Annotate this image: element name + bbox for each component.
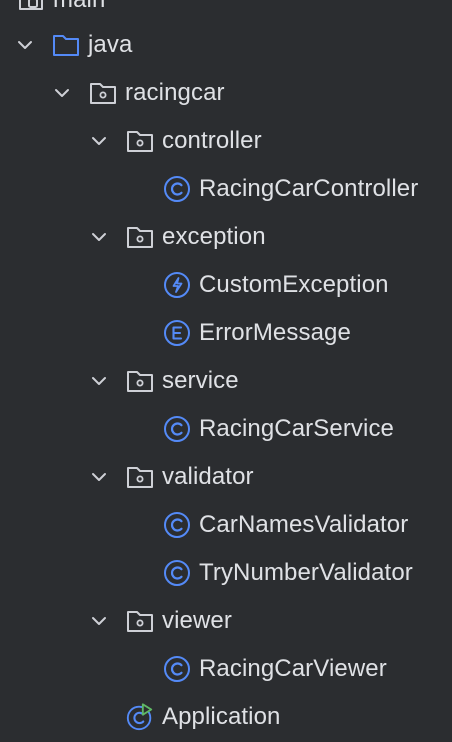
java-class-icon — [162, 558, 192, 588]
tree-node-label: viewer — [162, 607, 232, 634]
package-icon — [125, 366, 155, 396]
package-icon — [125, 462, 155, 492]
package-icon — [125, 606, 155, 636]
java-class-icon — [162, 654, 192, 684]
tree-node-label: CustomException — [199, 271, 389, 298]
tree-node-service[interactable]: service — [0, 357, 452, 405]
tree-node-racingcar[interactable]: racingcar — [0, 69, 452, 117]
package-icon — [88, 78, 118, 108]
tree-node-label: racingcar — [125, 79, 225, 106]
tree-node-exception[interactable]: exception — [0, 213, 452, 261]
tree-node-viewer[interactable]: viewer — [0, 597, 452, 645]
chevron-down-icon[interactable] — [15, 35, 35, 55]
tree-node-label: RacingCarService — [199, 415, 395, 442]
chevron-down-icon[interactable] — [89, 371, 109, 391]
java-class-icon — [162, 174, 192, 204]
chevron-down-icon[interactable] — [89, 467, 109, 487]
tree-node-racingcarviewer[interactable]: RacingCarViewer — [0, 645, 452, 693]
tree-node-label: RacingCarController — [199, 175, 419, 202]
tree-node-label: validator — [162, 463, 254, 490]
tree-node-label: TryNumberValidator — [199, 559, 413, 586]
tree-node-label: java — [88, 31, 133, 58]
tree-node-label: exception — [162, 223, 266, 250]
chevron-down-icon[interactable] — [89, 131, 109, 151]
tree-node-application[interactable]: Application — [0, 693, 452, 741]
tree-node-label: CarNamesValidator — [199, 511, 409, 538]
tree-node-label: controller — [162, 127, 262, 154]
chevron-down-icon[interactable] — [89, 611, 109, 631]
tree-node-label: RacingCarViewer — [199, 655, 387, 682]
package-icon — [125, 126, 155, 156]
tree-node-label: ErrorMessage — [199, 319, 351, 346]
tree-node-racingcarcontroller[interactable]: RacingCarController — [0, 165, 452, 213]
tree-node-java[interactable]: java — [0, 21, 452, 69]
project-tree: main java racingcar controller — [0, 0, 452, 742]
tree-node-customexception[interactable]: CustomException — [0, 261, 452, 309]
tree-node-label: service — [162, 367, 239, 394]
tree-node-label: Application — [162, 703, 281, 730]
tree-node-errormessage[interactable]: ErrorMessage — [0, 309, 452, 357]
enum-icon — [162, 318, 192, 348]
tree-node-trynumbervalidator[interactable]: TryNumberValidator — [0, 549, 452, 597]
chevron-down-icon[interactable] — [89, 227, 109, 247]
tree-node-carnamesvalidator[interactable]: CarNamesValidator — [0, 501, 452, 549]
package-icon — [125, 222, 155, 252]
folder-icon — [51, 30, 81, 60]
java-class-icon — [162, 414, 192, 444]
java-class-icon — [162, 510, 192, 540]
chevron-down-icon[interactable] — [52, 83, 72, 103]
source-folder-icon — [16, 0, 46, 15]
runnable-class-icon — [125, 702, 155, 732]
exception-class-icon — [162, 270, 192, 300]
tree-node-controller[interactable]: controller — [0, 117, 452, 165]
tree-node-validator[interactable]: validator — [0, 453, 452, 501]
tree-node-racingcarservice[interactable]: RacingCarService — [0, 405, 452, 453]
